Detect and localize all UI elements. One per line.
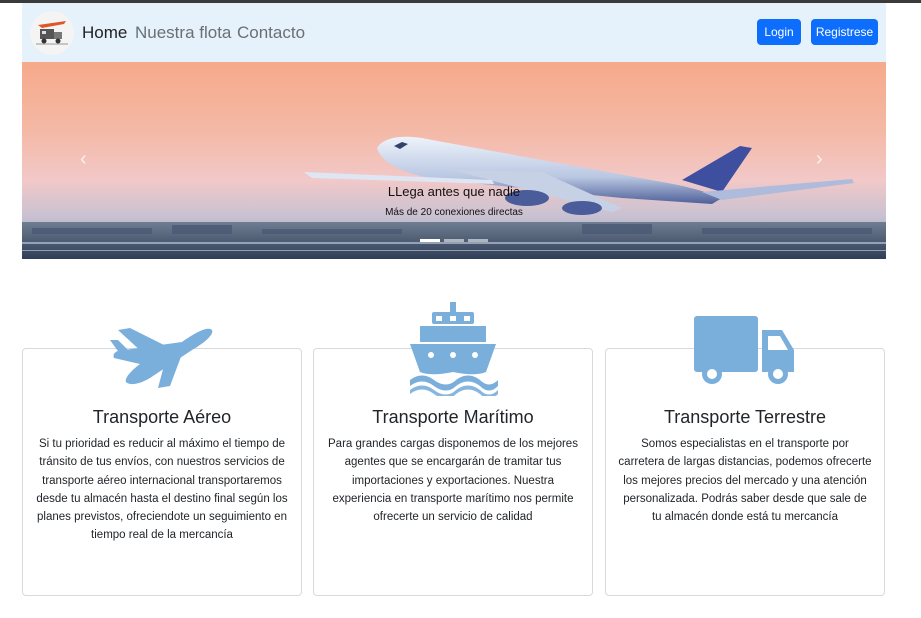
nav-contacto-link[interactable]: Contacto	[237, 23, 305, 43]
service-card-title: Transporte Aéreo	[92, 407, 232, 427]
nav-home-link[interactable]: Home	[82, 23, 127, 43]
service-card-text: Si tu prioridad es reducir al máximo el …	[36, 438, 288, 542]
service-card-text: Somos especialistas en el transporte por…	[618, 438, 872, 524]
carousel-indicator-3[interactable]	[468, 239, 488, 242]
carousel-indicator-1[interactable]	[420, 239, 440, 242]
hero-carousel: ‹ › LLega antes que nadie Más de 20 cone…	[22, 62, 886, 259]
service-card-text: Para grandes cargas disponemos de los me…	[328, 438, 578, 524]
register-button[interactable]: Registrese	[811, 19, 878, 45]
company-logo[interactable]	[30, 11, 74, 55]
nav-flota-link[interactable]: Nuestra flota	[135, 23, 231, 43]
carousel-indicator-2[interactable]	[444, 239, 464, 242]
truck-icon	[694, 316, 794, 384]
airplane-hero-image	[22, 136, 886, 259]
navbar: Home Nuestra flota Contacto Login Regist…	[22, 3, 886, 62]
carousel-prev-control[interactable]: ‹	[80, 148, 87, 171]
service-card-title: Transporte Marítimo	[372, 407, 534, 427]
service-card-title: Transporte Terrestre	[663, 407, 827, 427]
carousel-caption-title: LLega antes que nadie	[387, 184, 521, 199]
carousel-next-control[interactable]: ›	[816, 148, 823, 171]
ship-icon	[410, 302, 498, 396]
carousel-caption-subtitle: Más de 20 conexiones directas	[385, 207, 523, 218]
airplane-icon	[110, 328, 213, 388]
login-button[interactable]: Login	[757, 19, 801, 45]
